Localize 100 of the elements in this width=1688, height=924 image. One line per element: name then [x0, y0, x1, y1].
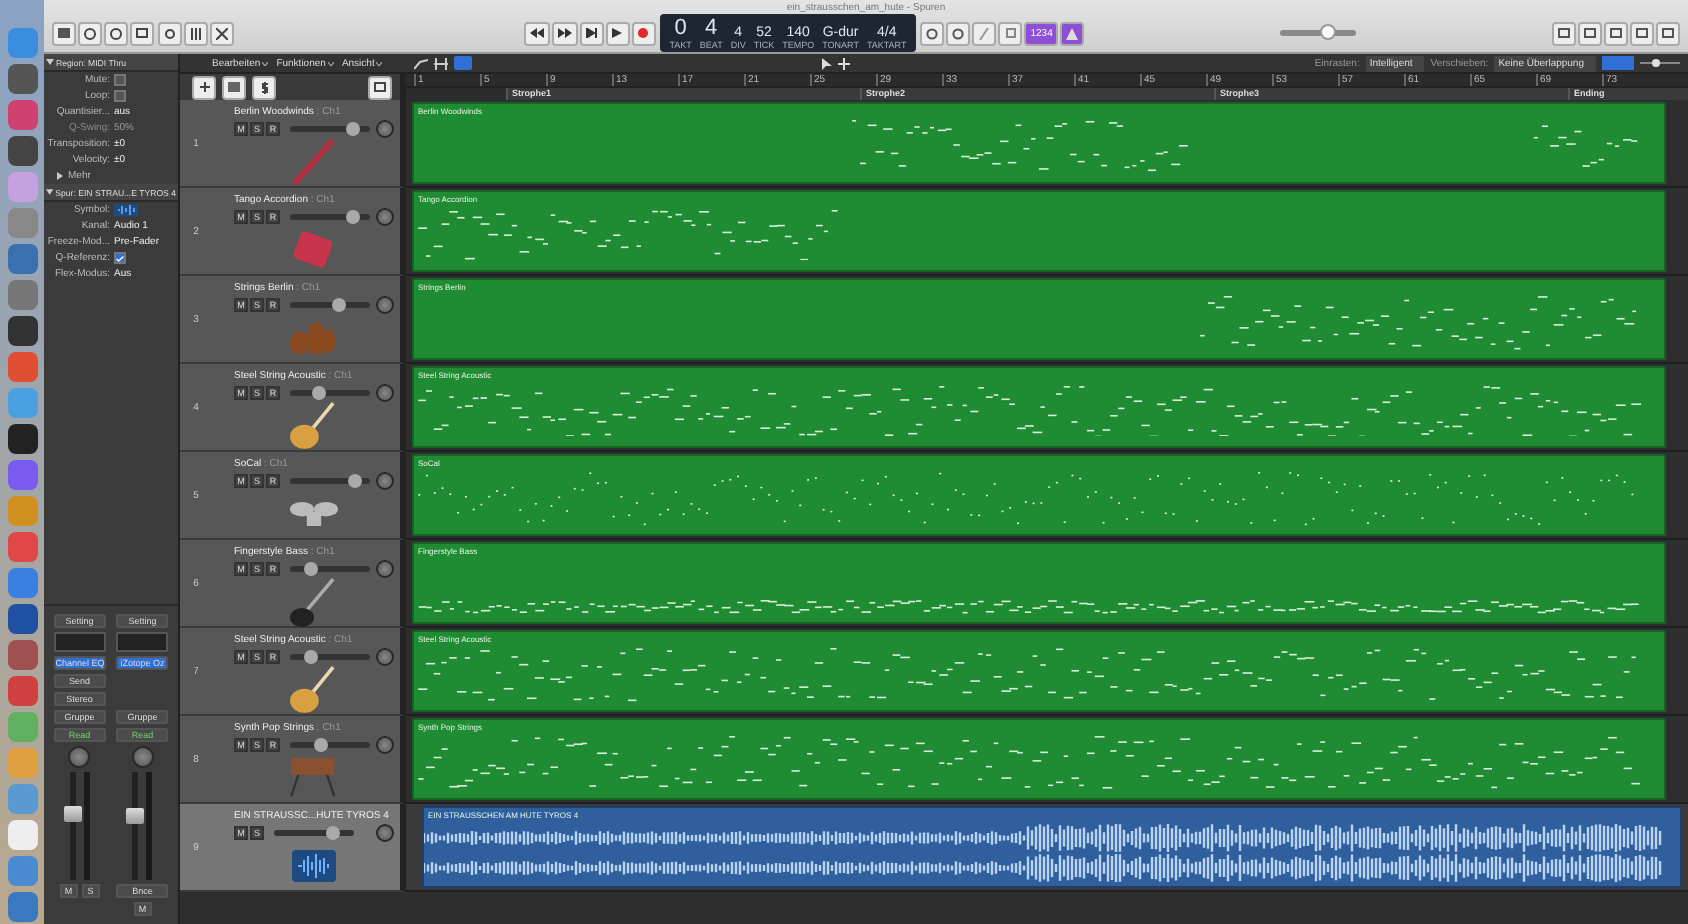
pan-knob[interactable] — [376, 736, 394, 754]
volume-slider[interactable] — [290, 742, 370, 748]
volume-slider[interactable] — [290, 566, 370, 572]
pan-knob[interactable] — [376, 472, 394, 490]
replace-button[interactable] — [946, 21, 971, 45]
level-meter — [83, 772, 90, 880]
slider-thumb[interactable] — [346, 210, 361, 224]
slider-thumb[interactable] — [312, 386, 326, 400]
rewind-icon — [529, 28, 544, 38]
instrument-icon — [290, 666, 336, 714]
solo-mode-button[interactable] — [998, 21, 1023, 45]
slider-thumb[interactable] — [346, 122, 361, 136]
volume-slider[interactable] — [290, 126, 370, 132]
plus-icon — [199, 82, 209, 92]
dock-app-icon[interactable] — [7, 604, 37, 634]
slider-thumb[interactable] — [314, 738, 329, 752]
global-tracks-button[interactable] — [368, 75, 392, 99]
instrument-icon — [291, 138, 335, 186]
waveform-icon — [291, 850, 335, 882]
level-meter — [146, 772, 153, 880]
view-button[interactable] — [1578, 21, 1603, 45]
mixer-button[interactable] — [184, 21, 208, 45]
eq-thumbnail[interactable] — [116, 632, 169, 652]
metronome-button[interactable] — [1060, 21, 1085, 45]
eq-thumbnail[interactable] — [53, 632, 106, 652]
disclosure-triangle-icon[interactable] — [46, 58, 54, 66]
sliders-icon — [190, 27, 202, 39]
window-icon — [374, 82, 386, 92]
instrument-icon — [290, 758, 336, 798]
lcd-value: 4 — [705, 18, 718, 40]
scissors-button[interactable] — [210, 21, 234, 45]
editor-button[interactable] — [130, 21, 154, 45]
skip-icon — [585, 28, 598, 38]
instrument-icon — [290, 321, 336, 355]
cycle-icon — [926, 27, 939, 39]
play-button[interactable] — [605, 21, 630, 45]
master-volume-slider[interactable] — [1280, 30, 1357, 36]
slider-thumb[interactable] — [325, 826, 340, 840]
volume-slider[interactable] — [274, 830, 354, 836]
dock-app-icon[interactable] — [7, 424, 37, 454]
library-button[interactable] — [52, 21, 76, 45]
disclosure-triangle-icon[interactable] — [46, 188, 54, 196]
volume-slider[interactable] — [290, 302, 370, 308]
rewind-button[interactable] — [523, 21, 550, 45]
record-icon — [638, 28, 649, 38]
pan-knob[interactable] — [376, 296, 394, 314]
forward-button[interactable] — [551, 21, 578, 45]
checkbox[interactable] — [114, 252, 126, 264]
play-icon — [612, 28, 623, 38]
dock-app-icon[interactable] — [7, 64, 37, 94]
instrument-icon — [290, 402, 336, 450]
cycle-button[interactable] — [920, 21, 945, 45]
target-icon — [952, 27, 965, 39]
volume-slider[interactable] — [290, 390, 370, 396]
view-button[interactable] — [1552, 21, 1577, 45]
pan-knob[interactable] — [376, 648, 394, 666]
lcd-value: 0 — [674, 18, 687, 40]
slider-thumb[interactable] — [332, 298, 346, 312]
pointer-tool-icon[interactable] — [822, 57, 833, 69]
pan-knob[interactable] — [131, 746, 154, 768]
checkbox[interactable] — [114, 74, 126, 86]
pan-knob[interactable] — [376, 120, 394, 138]
waveform-icon[interactable] — [114, 204, 138, 216]
volume-slider[interactable] — [290, 214, 370, 220]
instrument-icon — [290, 578, 336, 628]
dollar-button[interactable] — [252, 75, 276, 99]
volume-slider[interactable] — [290, 478, 370, 484]
slider-thumb[interactable] — [304, 650, 318, 664]
help-button[interactable] — [104, 21, 128, 45]
view-button[interactable] — [1630, 21, 1655, 45]
zoom-slider-icon[interactable] — [1640, 58, 1680, 68]
volume-slider[interactable] — [290, 654, 370, 660]
slider-thumb[interactable] — [304, 562, 318, 576]
settings-button[interactable] — [158, 21, 182, 45]
pan-knob[interactable] — [376, 384, 394, 402]
scissors-icon — [216, 27, 228, 39]
slider-thumb[interactable] — [1319, 24, 1336, 40]
go-to-start-button[interactable] — [579, 21, 604, 45]
disclosure-triangle-icon[interactable] — [56, 172, 64, 180]
fader-cap[interactable] — [63, 805, 82, 822]
pan-knob[interactable] — [376, 208, 394, 226]
dock-app-icon[interactable] — [7, 316, 37, 346]
fast-forward-icon — [557, 28, 572, 38]
view-button[interactable] — [1604, 21, 1629, 45]
pan-knob[interactable] — [376, 824, 394, 842]
dock-app-icon[interactable] — [7, 136, 37, 166]
slider-thumb[interactable] — [348, 474, 362, 488]
checkbox[interactable] — [114, 90, 126, 102]
automation-icon[interactable] — [414, 57, 428, 69]
pan-knob[interactable] — [376, 560, 394, 578]
instrument-icon — [292, 230, 334, 270]
pan-knob[interactable] — [68, 746, 91, 768]
fader-cap[interactable] — [126, 807, 145, 824]
inspector-button[interactable] — [78, 21, 102, 45]
record-button[interactable] — [631, 21, 656, 45]
square-icon — [1005, 28, 1016, 38]
view-button[interactable] — [1656, 21, 1681, 45]
flex-icon[interactable] — [434, 57, 448, 69]
crosshair-tool-icon[interactable] — [838, 57, 851, 69]
check-icon — [116, 255, 124, 261]
